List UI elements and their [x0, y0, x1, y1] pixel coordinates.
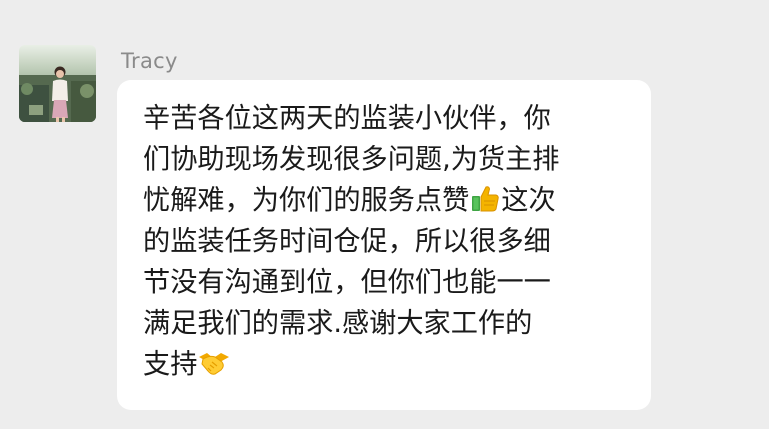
message-line: 支持 — [143, 344, 639, 385]
message-line: 忧解难，为你们的服务点赞 这次 — [143, 180, 639, 221]
message-line: 们协助现场发现很多问题,为货主排 — [143, 144, 560, 175]
sender-name: Tracy — [121, 49, 178, 73]
message-bubble[interactable]: 辛苦各位这两天的监装小伙伴，你 们协助现场发现很多问题,为货主排 忧解难，为你们… — [117, 80, 651, 410]
chat-area: Tracy 辛苦各位这两天的监装小伙伴，你 们协助现场发现很多问题,为货主排 忧… — [0, 0, 769, 429]
thumbs-up-icon — [470, 183, 500, 225]
message-line-part: 支持 — [143, 349, 198, 380]
message-line: 满足我们的需求.感谢大家工作的 — [143, 308, 533, 339]
avatar-photo — [19, 45, 96, 122]
handshake-icon — [198, 348, 230, 389]
message-line: 的监装任务时间仓促，所以很多细 — [143, 226, 551, 257]
message-line-part: 忧解难，为你们的服务点赞 — [143, 185, 470, 216]
message-line-part: 这次 — [501, 185, 556, 216]
message-line: 节没有沟通到位，但你们也能一一 — [143, 267, 551, 298]
message-line: 辛苦各位这两天的监装小伙伴，你 — [143, 103, 551, 134]
avatar[interactable] — [19, 45, 96, 122]
message-text: 辛苦各位这两天的监装小伙伴，你 们协助现场发现很多问题,为货主排 忧解难，为你们… — [143, 98, 639, 385]
